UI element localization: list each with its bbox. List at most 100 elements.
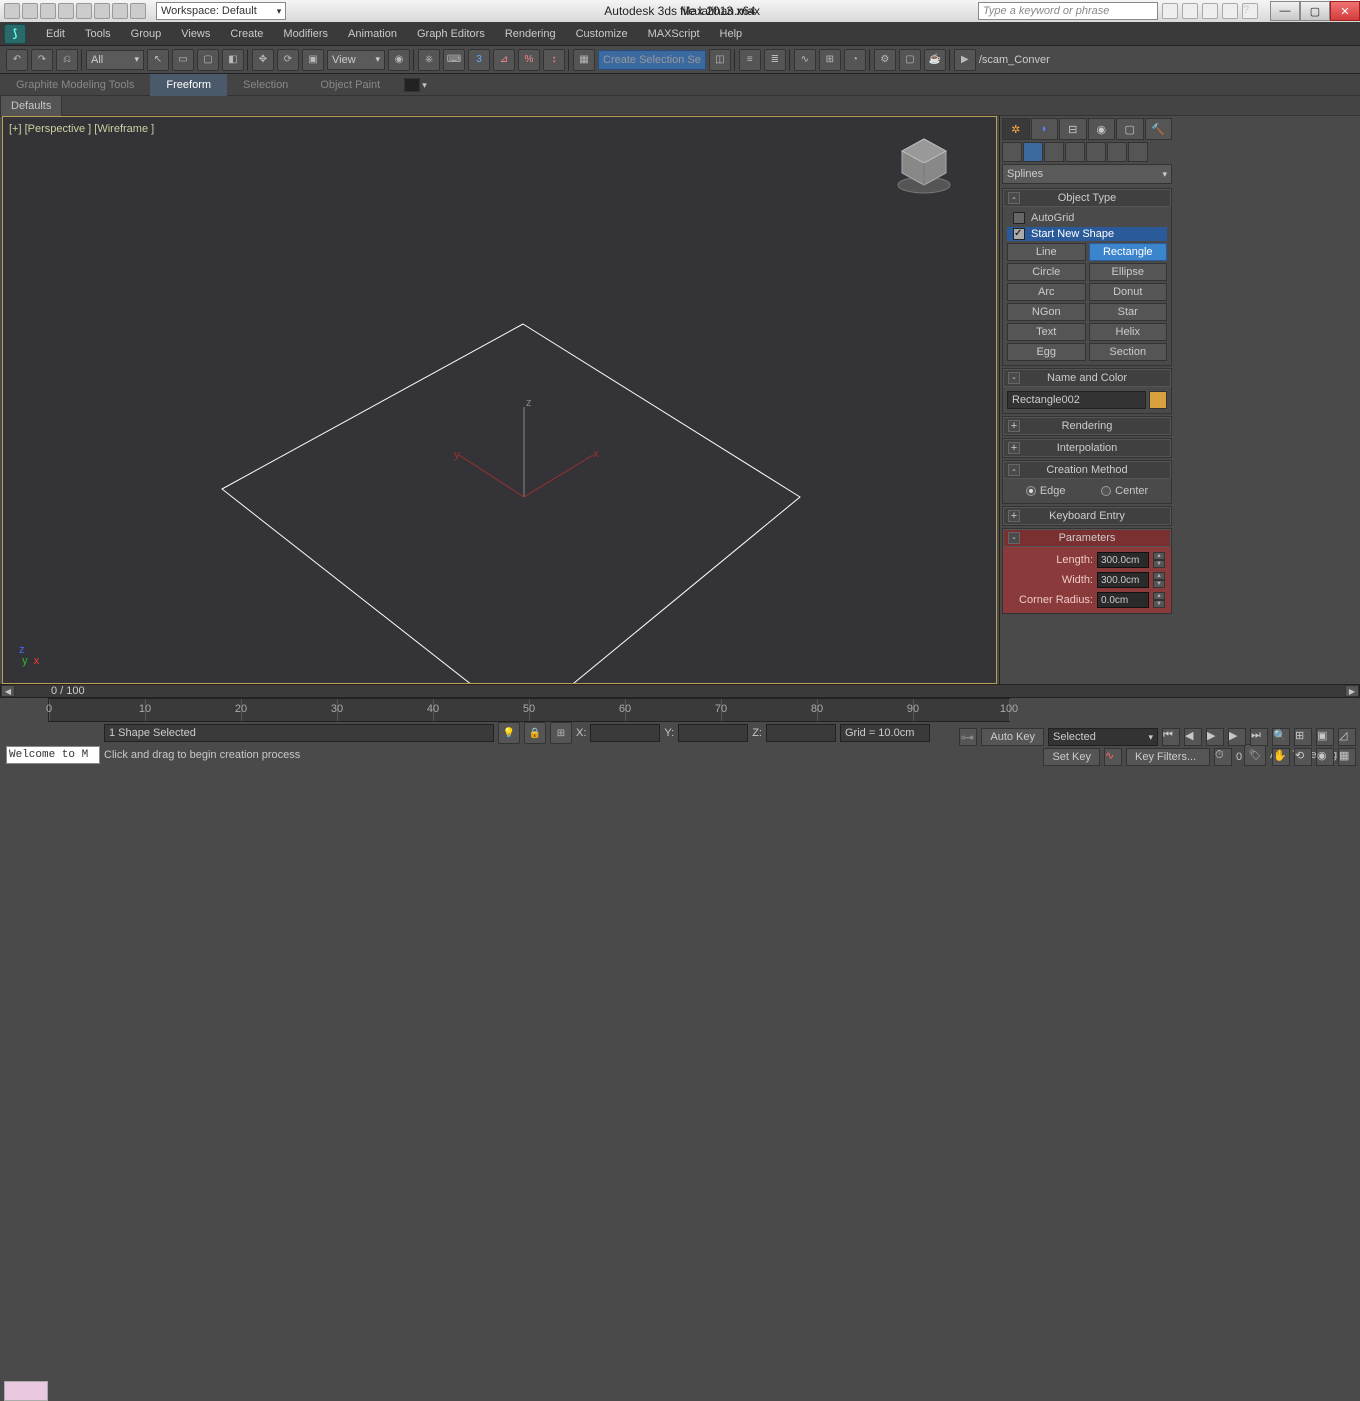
- ref-coord-dropdown[interactable]: View: [327, 50, 385, 70]
- menu-tools[interactable]: Tools: [75, 22, 121, 46]
- track-scroll[interactable]: ◀ 0 / 100 ▶: [0, 684, 1360, 698]
- infocenter-icon[interactable]: [1162, 3, 1178, 19]
- subscription-icon[interactable]: [1182, 3, 1198, 19]
- tab-create-icon[interactable]: ✲: [1002, 118, 1030, 140]
- minimize-button[interactable]: —: [1270, 1, 1300, 21]
- scroll-right-icon[interactable]: ▶: [1345, 685, 1359, 697]
- x-input[interactable]: [590, 724, 660, 742]
- scale-button[interactable]: ▣: [302, 49, 324, 71]
- zoom-extents-icon[interactable]: ▣: [1316, 728, 1334, 746]
- schematic-button[interactable]: ⊞: [819, 49, 841, 71]
- rollout-header[interactable]: +Keyboard Entry: [1003, 507, 1171, 525]
- new-icon[interactable]: [4, 3, 20, 19]
- section-button[interactable]: Section: [1089, 343, 1168, 361]
- rollout-header[interactable]: -Object Type: [1003, 189, 1171, 207]
- filter-dropdown[interactable]: All: [86, 50, 144, 70]
- lock-selection-icon[interactable]: 🔒: [524, 722, 546, 744]
- tab-display-icon[interactable]: ▢: [1116, 118, 1144, 140]
- material-button[interactable]: ◔: [844, 49, 866, 71]
- menu-maxscript[interactable]: MAXScript: [638, 22, 710, 46]
- radio-edge[interactable]: [1026, 486, 1036, 496]
- checkbox-icon[interactable]: [1013, 212, 1025, 224]
- orbit-icon[interactable]: ⟲: [1294, 748, 1312, 766]
- rollout-header[interactable]: -Creation Method: [1003, 461, 1171, 479]
- cat-helpers-icon[interactable]: [1086, 142, 1106, 162]
- link-icon[interactable]: [130, 3, 146, 19]
- zoom-icon[interactable]: 🔍: [1272, 728, 1290, 746]
- cat-geometry-icon[interactable]: [1002, 142, 1022, 162]
- workspace-dropdown[interactable]: Workspace: Default: [156, 2, 286, 20]
- y-input[interactable]: [678, 724, 748, 742]
- redo-icon[interactable]: [94, 3, 110, 19]
- run-script-button[interactable]: ▶: [954, 49, 976, 71]
- viewport-perspective[interactable]: [+] [Perspective ] [Wireframe ] z x y z …: [2, 116, 997, 684]
- goto-start-icon[interactable]: ⏮: [1162, 728, 1180, 746]
- menu-create[interactable]: Create: [220, 22, 273, 46]
- spinner-snap-button[interactable]: ↕: [543, 49, 565, 71]
- color-swatch[interactable]: [1149, 391, 1167, 409]
- render-setup-button[interactable]: ⚙: [874, 49, 896, 71]
- frame-input[interactable]: 0: [1236, 751, 1268, 763]
- move-button[interactable]: ✥: [252, 49, 274, 71]
- max-viewport-icon[interactable]: ▦: [1338, 748, 1356, 766]
- timeline-ruler[interactable]: 0102030405060708090100: [48, 698, 1010, 722]
- curve-editor-button[interactable]: ∿: [794, 49, 816, 71]
- tab-modify-icon[interactable]: ◗: [1031, 118, 1059, 140]
- angle-snap-button[interactable]: ⊿: [493, 49, 515, 71]
- time-config-icon[interactable]: ⏱: [1214, 748, 1232, 766]
- spinner[interactable]: ▲▼: [1153, 592, 1165, 608]
- search-input[interactable]: Type a keyword or phrase: [978, 2, 1158, 20]
- mirror-button[interactable]: ◫: [709, 49, 731, 71]
- close-button[interactable]: ✕: [1330, 1, 1360, 21]
- undo-button[interactable]: ↶: [6, 49, 28, 71]
- play-icon[interactable]: ▶: [1206, 728, 1224, 746]
- ribbon-expand-icon[interactable]: [420, 79, 427, 91]
- set-key-button[interactable]: Set Key: [1043, 748, 1100, 766]
- donut-button[interactable]: Donut: [1089, 283, 1168, 301]
- maximize-button[interactable]: ▢: [1300, 1, 1330, 21]
- cat-cameras-icon[interactable]: [1065, 142, 1085, 162]
- render-frame-button[interactable]: ▢: [899, 49, 921, 71]
- z-input[interactable]: [766, 724, 836, 742]
- walk-icon[interactable]: ◉: [1316, 748, 1334, 766]
- fov-icon[interactable]: ◿: [1338, 728, 1356, 746]
- viewcube[interactable]: [892, 133, 956, 197]
- redo-drop-icon[interactable]: [112, 3, 128, 19]
- menu-group[interactable]: Group: [121, 22, 172, 46]
- width-input[interactable]: 300.0cm: [1097, 572, 1149, 588]
- menu-rendering[interactable]: Rendering: [495, 22, 566, 46]
- menu-graph-editors[interactable]: Graph Editors: [407, 22, 495, 46]
- time-slider[interactable]: [4, 1381, 48, 1401]
- corner-radius-input[interactable]: 0.0cm: [1097, 592, 1149, 608]
- cat-spacewarps-icon[interactable]: [1107, 142, 1127, 162]
- subcategory-dropdown[interactable]: Splines: [1002, 164, 1172, 184]
- circle-button[interactable]: Circle: [1007, 263, 1086, 281]
- select-button[interactable]: ↖: [147, 49, 169, 71]
- open-icon[interactable]: [22, 3, 38, 19]
- app-logo-icon[interactable]: ⟆: [4, 24, 26, 44]
- window-crossing-button[interactable]: ◧: [222, 49, 244, 71]
- coord-mode-icon[interactable]: ⊞: [550, 722, 572, 744]
- autogrid-row[interactable]: AutoGrid: [1007, 211, 1167, 225]
- key-filters-button[interactable]: Key Filters...: [1126, 748, 1210, 766]
- menu-customize[interactable]: Customize: [566, 22, 638, 46]
- exchange-icon[interactable]: [1202, 3, 1218, 19]
- tab-graphite[interactable]: Graphite Modeling Tools: [0, 74, 150, 96]
- tab-hierarchy-icon[interactable]: ⊟: [1059, 118, 1087, 140]
- tab-motion-icon[interactable]: ◉: [1088, 118, 1116, 140]
- menu-animation[interactable]: Animation: [338, 22, 407, 46]
- named-sel-button[interactable]: ▦: [573, 49, 595, 71]
- keyboard-button[interactable]: ⌨: [443, 49, 465, 71]
- rollout-header[interactable]: +Rendering: [1003, 417, 1171, 435]
- rollout-header[interactable]: +Interpolation: [1003, 439, 1171, 457]
- start-new-shape-row[interactable]: Start New Shape: [1007, 227, 1167, 241]
- tab-utilities-icon[interactable]: 🔨: [1145, 118, 1173, 140]
- cat-lights-icon[interactable]: [1044, 142, 1064, 162]
- link-button[interactable]: ⎌: [56, 49, 78, 71]
- text-button[interactable]: Text: [1007, 323, 1086, 341]
- select-name-button[interactable]: ▭: [172, 49, 194, 71]
- select-region-button[interactable]: ▢: [197, 49, 219, 71]
- star-button[interactable]: Star: [1089, 303, 1168, 321]
- tab-object-paint[interactable]: Object Paint: [304, 74, 396, 96]
- redo-button[interactable]: ↷: [31, 49, 53, 71]
